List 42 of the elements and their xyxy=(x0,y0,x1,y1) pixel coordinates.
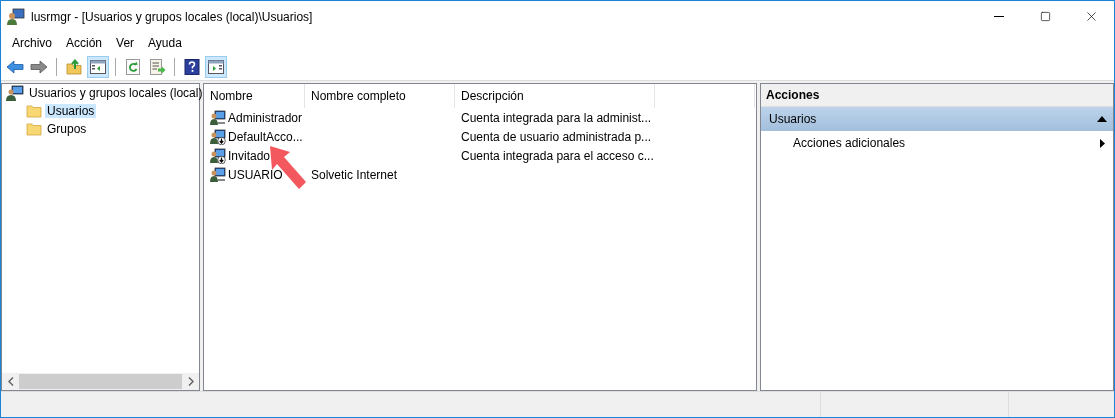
menu-item[interactable]: Ayuda xyxy=(141,36,189,50)
column-header[interactable]: Descripción xyxy=(455,84,655,108)
actions-section[interactable]: Usuarios xyxy=(761,107,1113,131)
minimize-icon xyxy=(994,16,1004,17)
app-icon xyxy=(7,7,25,26)
collapse-icon[interactable] xyxy=(1097,116,1107,122)
console-tree-button[interactable] xyxy=(87,56,109,78)
folder-icon xyxy=(26,122,42,136)
column-header[interactable]: Nombre xyxy=(204,84,305,108)
export-list-icon xyxy=(148,59,166,75)
help-icon xyxy=(184,59,200,75)
folder-up-icon xyxy=(66,59,82,75)
table-cell: Cuenta de usuario administrada p... xyxy=(461,129,652,144)
menu-item[interactable]: Archivo xyxy=(5,36,59,50)
table-cell: Cuenta integrada para la administ... xyxy=(461,110,652,125)
menu-item[interactable]: Ver xyxy=(109,36,142,50)
forward-arrow-icon xyxy=(30,60,48,74)
help-button[interactable] xyxy=(181,56,203,78)
column-header[interactable]: Nombre completo xyxy=(305,84,455,108)
tree-item[interactable]: Usuarios xyxy=(45,104,97,118)
submenu-arrow-icon xyxy=(1100,138,1105,148)
tree-item[interactable]: Usuarios y grupos locales (local) xyxy=(27,86,205,100)
back-arrow-icon xyxy=(6,60,24,74)
action-item[interactable]: Acciones adicionales xyxy=(761,131,1113,155)
action-pane-icon xyxy=(208,60,224,74)
window-title: lusrmgr - [Usuarios y grupos locales (local)\Usuarios] xyxy=(31,9,314,24)
table-cell[interactable]: Administrador xyxy=(228,110,303,125)
table-cell: Solvetic Internet xyxy=(311,167,398,182)
refresh-icon xyxy=(125,59,141,75)
table-cell[interactable]: USUARIO xyxy=(228,167,283,182)
horizontal-scrollbar[interactable] xyxy=(2,373,199,390)
maximize-icon xyxy=(1039,11,1051,22)
tree-pane-icon xyxy=(90,60,106,74)
tree-item[interactable]: Grupos xyxy=(45,122,89,136)
computer-users-icon xyxy=(6,85,24,101)
actions-header: Acciones xyxy=(761,84,1113,107)
menu-item[interactable]: Acción xyxy=(59,36,110,50)
table-cell: Cuenta integrada para el acceso c... xyxy=(461,148,654,163)
scroll-right-icon[interactable] xyxy=(187,377,194,386)
folder-icon xyxy=(26,104,42,118)
action-pane-button[interactable] xyxy=(205,56,227,78)
scroll-left-icon[interactable] xyxy=(7,377,14,386)
